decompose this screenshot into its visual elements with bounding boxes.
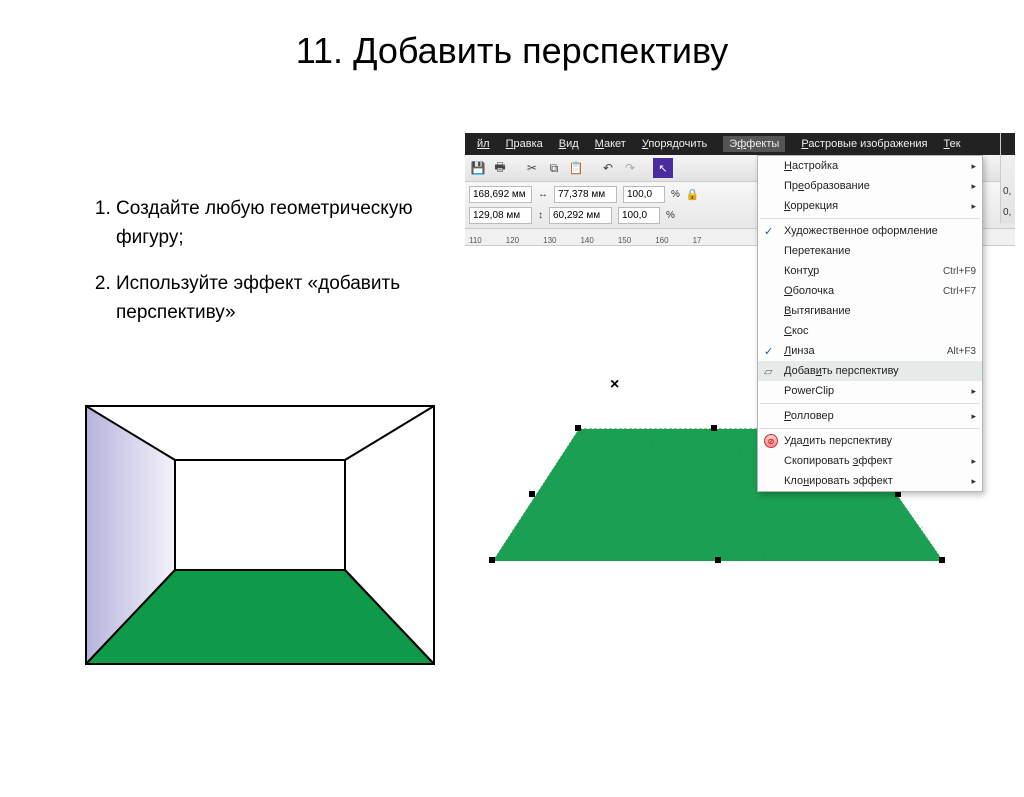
- menu-item-blend[interactable]: Перетекание: [758, 241, 982, 261]
- instruction-item: Создайте любую геометрическую фигуру;: [116, 195, 428, 252]
- menu-item-bevel[interactable]: Скос: [758, 321, 982, 341]
- menu-item-artistic[interactable]: ✓Художественное оформление: [758, 221, 982, 241]
- height-label: ↕: [538, 210, 543, 221]
- menu-item-lens[interactable]: ✓ЛинзаAlt+F3: [758, 341, 982, 361]
- menu-edit[interactable]: Правка: [506, 138, 543, 150]
- ruler-tick: 17: [693, 236, 702, 245]
- menu-arrange[interactable]: Упорядочить: [642, 138, 707, 150]
- check-icon: ✓: [764, 345, 773, 358]
- copy-icon[interactable]: ⧉: [545, 159, 563, 177]
- menu-item-transform[interactable]: Преобразование▸: [758, 176, 982, 196]
- menu-item-powerclip[interactable]: PowerClip▸: [758, 381, 982, 401]
- menu-item-envelope[interactable]: ОболочкаCtrl+F7: [758, 281, 982, 301]
- menu-item-correction[interactable]: Коррекция▸: [758, 196, 982, 216]
- menu-item-add-perspective[interactable]: ▱Добавить перспективу: [758, 361, 982, 381]
- app-screenshot: йл Правка Вид Макет Упорядочить Эффекты …: [465, 133, 1015, 593]
- scale-x-field[interactable]: 100,0: [623, 186, 665, 203]
- undo-icon[interactable]: ↶: [599, 159, 617, 177]
- menu-bitmaps[interactable]: Растровые изображения: [801, 138, 927, 150]
- effects-dropdown: Настройка▸ Преобразование▸ Коррекция▸ ✓Х…: [757, 155, 983, 492]
- menu-file[interactable]: йл: [477, 138, 490, 150]
- forbidden-icon: ⊘: [764, 434, 778, 448]
- menu-separator: [760, 218, 980, 219]
- paste-icon[interactable]: 📋: [567, 159, 585, 177]
- slide-title: 11. Добавить перспективу: [0, 30, 1024, 72]
- ruler-tick: 160: [655, 236, 668, 245]
- menu-separator: [760, 403, 980, 404]
- menu-item-settings[interactable]: Настройка▸: [758, 156, 982, 176]
- save-icon[interactable]: 💾: [469, 159, 487, 177]
- scale-y-field[interactable]: 100,0: [618, 207, 660, 224]
- center-cross-icon: ×: [610, 376, 619, 394]
- lock-icon[interactable]: 🔒: [686, 188, 700, 201]
- width-field[interactable]: 77,378 мм: [554, 186, 617, 203]
- perspective-icon: ▱: [764, 365, 772, 378]
- ruler-tick: 120: [506, 236, 519, 245]
- menu-text[interactable]: Тек: [944, 138, 961, 150]
- menu-layout[interactable]: Макет: [595, 138, 626, 150]
- menu-item-clear-perspective[interactable]: ⊘Удалить перспективу: [758, 431, 982, 451]
- menu-view[interactable]: Вид: [559, 138, 579, 150]
- tool-icon[interactable]: ↖: [653, 158, 673, 178]
- menu-effects[interactable]: Эффекты: [723, 136, 785, 152]
- ruler-tick: 140: [580, 236, 593, 245]
- height-field[interactable]: 60,292 мм: [549, 207, 612, 224]
- right-edge-strip: 0, 0,: [1000, 133, 1015, 223]
- menu-item-copy-effect[interactable]: Скопировать эффект▸: [758, 451, 982, 471]
- ruler-tick: 130: [543, 236, 556, 245]
- redo-icon[interactable]: ↷: [621, 159, 639, 177]
- print-icon[interactable]: 🖶: [491, 159, 509, 177]
- check-icon: ✓: [764, 225, 773, 238]
- pos-x-field[interactable]: 168,692 мм: [469, 186, 532, 203]
- menubar: йл Правка Вид Макет Упорядочить Эффекты …: [465, 133, 1015, 155]
- percent-label: %: [671, 189, 680, 200]
- room-perspective-figure: [85, 405, 435, 665]
- pos-y-field[interactable]: 129,08 мм: [469, 207, 532, 224]
- menu-item-clone-effect[interactable]: Клонировать эффект▸: [758, 471, 982, 491]
- percent-label: %: [666, 210, 675, 221]
- cut-icon[interactable]: ✂: [523, 159, 541, 177]
- instructions-block: Создайте любую геометрическую фигуру; Ис…: [88, 195, 428, 345]
- width-label: ↔: [538, 189, 548, 200]
- ruler-tick: 110: [469, 236, 482, 245]
- ruler-tick: 150: [618, 236, 631, 245]
- menu-item-contour[interactable]: КонтурCtrl+F9: [758, 261, 982, 281]
- menu-item-extrude[interactable]: Вытягивание: [758, 301, 982, 321]
- instruction-item: Используйте эффект «добавить перспективу…: [116, 270, 428, 327]
- menu-item-rollover[interactable]: Ролловер▸: [758, 406, 982, 426]
- menu-separator: [760, 428, 980, 429]
